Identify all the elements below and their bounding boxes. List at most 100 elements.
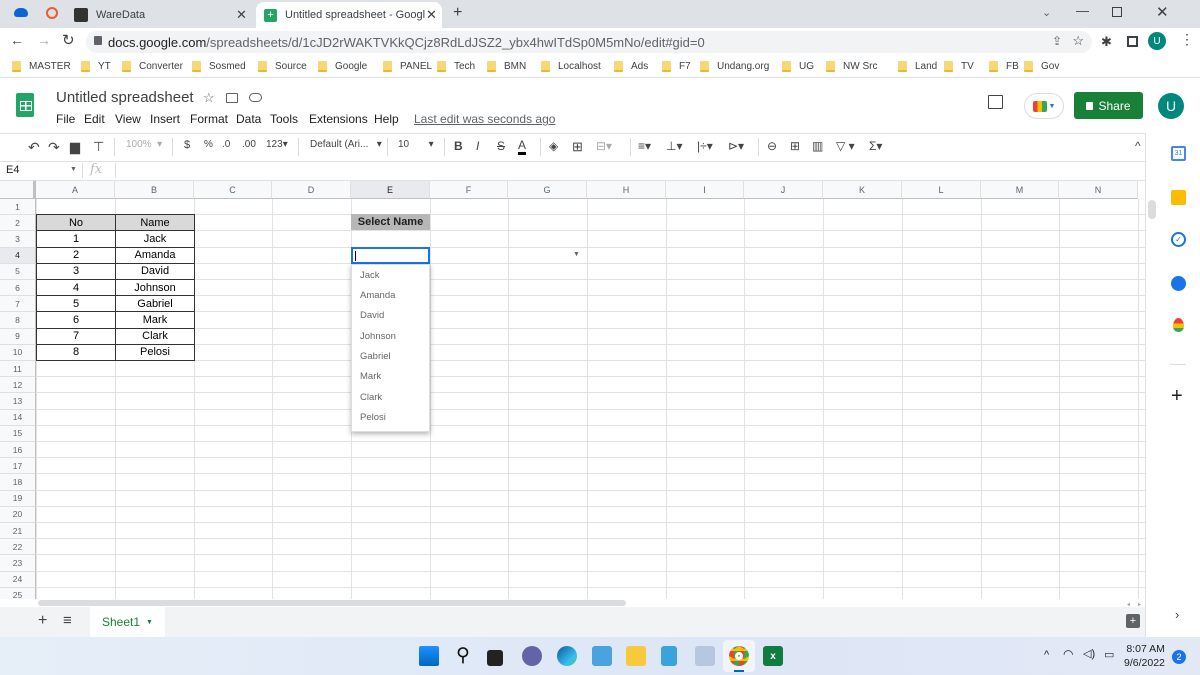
explore-icon[interactable]: +	[1126, 614, 1140, 628]
show-side-panel-icon[interactable]: ›	[1175, 607, 1179, 622]
scroll-left-icon[interactable]: ◂	[1127, 601, 1130, 608]
minimize-icon[interactable]: —	[1076, 3, 1089, 18]
row-header[interactable]: 8	[0, 312, 36, 329]
dropdown-option[interactable]: Jack	[360, 270, 380, 281]
table-cell[interactable]: Clark	[115, 327, 195, 345]
bookmark-item[interactable]: Ads	[614, 61, 648, 72]
dropdown-option[interactable]: Pelosi	[360, 412, 386, 423]
bookmark-item[interactable]: Land	[898, 61, 937, 72]
dropdown-option[interactable]: Clark	[360, 392, 382, 403]
bookmark-item[interactable]: Converter	[122, 61, 183, 72]
select-name-label[interactable]: Select Name	[351, 214, 430, 231]
row-header[interactable]: 21	[0, 523, 36, 540]
column-header[interactable]: J	[744, 181, 823, 199]
menu-view[interactable]: View	[115, 112, 141, 126]
column-header[interactable]: L	[902, 181, 981, 199]
row-header[interactable]: 5	[0, 263, 36, 280]
borders-icon[interactable]: ⊞	[572, 139, 583, 155]
menu-extensions[interactable]: Extensions	[309, 112, 368, 126]
menu-data[interactable]: Data	[236, 112, 261, 126]
row-header[interactable]: 7	[0, 296, 36, 313]
dropdown-arrow-icon[interactable]: ▼	[573, 251, 580, 258]
tab-waredata[interactable]: WareData ✕	[74, 2, 254, 28]
text-color-button[interactable]: A	[518, 139, 527, 155]
zoom-select[interactable]: 100% ▾	[126, 139, 162, 150]
text-wrap-icon[interactable]: |÷▾	[697, 139, 713, 153]
menu-file[interactable]: File	[56, 112, 75, 126]
menu-tools[interactable]: Tools	[270, 112, 298, 126]
control-panel-icon[interactable]	[592, 646, 612, 666]
bookmark-star-icon[interactable]: ☆	[1072, 33, 1084, 49]
teams-chat-icon[interactable]	[522, 646, 542, 666]
close-tab-icon[interactable]: ✕	[236, 7, 247, 23]
cloud-status-icon[interactable]	[249, 93, 262, 102]
side-panel-icon[interactable]	[1127, 36, 1138, 47]
row-header[interactable]: 2	[0, 215, 36, 232]
scroll-right-icon[interactable]: ▸	[1138, 601, 1141, 608]
table-cell[interactable]: 3	[36, 262, 116, 280]
undo-icon[interactable]: ↶	[28, 139, 40, 156]
star-icon[interactable]: ☆	[203, 90, 215, 106]
horizontal-scroll-thumb[interactable]	[38, 600, 626, 606]
row-header[interactable]: 18	[0, 474, 36, 491]
bookmark-item[interactable]: Localhost	[541, 61, 601, 72]
reload-icon[interactable]: ↻	[62, 31, 75, 49]
row-header[interactable]: 9	[0, 328, 36, 345]
column-header[interactable]: H	[587, 181, 666, 199]
table-cell[interactable]: Johnson	[115, 279, 195, 297]
share-page-icon[interactable]: ⇪	[1052, 34, 1062, 48]
insert-comment-icon[interactable]: ⊞	[790, 139, 800, 153]
bold-button[interactable]: B	[454, 139, 463, 153]
edge-icon[interactable]	[557, 646, 577, 666]
row-header[interactable]: 3	[0, 231, 36, 248]
dropdown-option[interactable]: Amanda	[360, 290, 395, 301]
menu-format[interactable]: Format	[190, 112, 228, 126]
decrease-decimal-button[interactable]: .0	[222, 139, 230, 150]
bookmark-item[interactable]: MASTER	[12, 61, 71, 72]
table-header-cell[interactable]: No	[36, 214, 116, 232]
account-avatar[interactable]: U	[1158, 93, 1184, 119]
document-title[interactable]: Untitled spreadsheet	[56, 89, 194, 106]
dropdown-option[interactable]: Johnson	[360, 331, 396, 342]
table-header-cell[interactable]: Name	[115, 214, 195, 232]
bookmark-item[interactable]: FB	[989, 61, 1019, 72]
column-header[interactable]: A	[36, 181, 115, 199]
bookmark-item[interactable]: Tech	[437, 61, 475, 72]
extensions-icon[interactable]: ✱	[1101, 34, 1112, 50]
percent-button[interactable]: %	[204, 139, 213, 150]
redo-icon[interactable]: ↷	[48, 139, 60, 156]
bookmark-item[interactable]: F7	[662, 61, 691, 72]
row-header[interactable]: 22	[0, 539, 36, 556]
fill-color-icon[interactable]: ◈	[549, 139, 558, 153]
column-header[interactable]: D	[272, 181, 351, 199]
move-folder-icon[interactable]	[226, 93, 238, 103]
collapse-toolbar-icon[interactable]: ^	[1135, 139, 1141, 153]
url-input[interactable]: docs.google.com/spreadsheets/d/1cJD2rWAK…	[86, 31, 1092, 53]
table-cell[interactable]: 5	[36, 295, 116, 313]
dropdown-option[interactable]: David	[360, 310, 384, 321]
row-header[interactable]: 15	[0, 425, 36, 442]
bookmark-item[interactable]: TV	[944, 61, 974, 72]
bookmark-item[interactable]: PANEL	[383, 61, 432, 72]
font-select[interactable]: Default (Ari... ▾	[310, 139, 382, 150]
font-size-select[interactable]: 10 ▾	[398, 139, 434, 150]
meet-button[interactable]: ▼	[1024, 93, 1064, 119]
new-tab-button[interactable]: +	[453, 4, 462, 22]
table-cell[interactable]: Amanda	[115, 246, 195, 264]
merge-cells-icon[interactable]: ⊟▾	[596, 139, 612, 153]
row-header[interactable]: 23	[0, 555, 36, 572]
last-edit-link[interactable]: Last edit was seconds ago	[414, 112, 555, 126]
add-sheet-button[interactable]: +	[38, 612, 47, 630]
column-header[interactable]: E	[351, 181, 430, 199]
row-header[interactable]: 24	[0, 571, 36, 588]
row-header[interactable]: 20	[0, 506, 36, 523]
share-button[interactable]: Share	[1074, 92, 1143, 119]
name-box-dropdown-icon[interactable]: ▼	[70, 166, 77, 173]
functions-icon[interactable]: Σ▾	[869, 139, 882, 153]
vertical-scroll-thumb[interactable]	[1148, 200, 1156, 219]
comment-history-icon[interactable]	[988, 95, 1003, 109]
table-cell[interactable]: 1	[36, 230, 116, 248]
maps-icon[interactable]	[1173, 318, 1184, 332]
bookmark-item[interactable]: Sosmed	[192, 61, 246, 72]
table-cell[interactable]: Jack	[115, 230, 195, 248]
